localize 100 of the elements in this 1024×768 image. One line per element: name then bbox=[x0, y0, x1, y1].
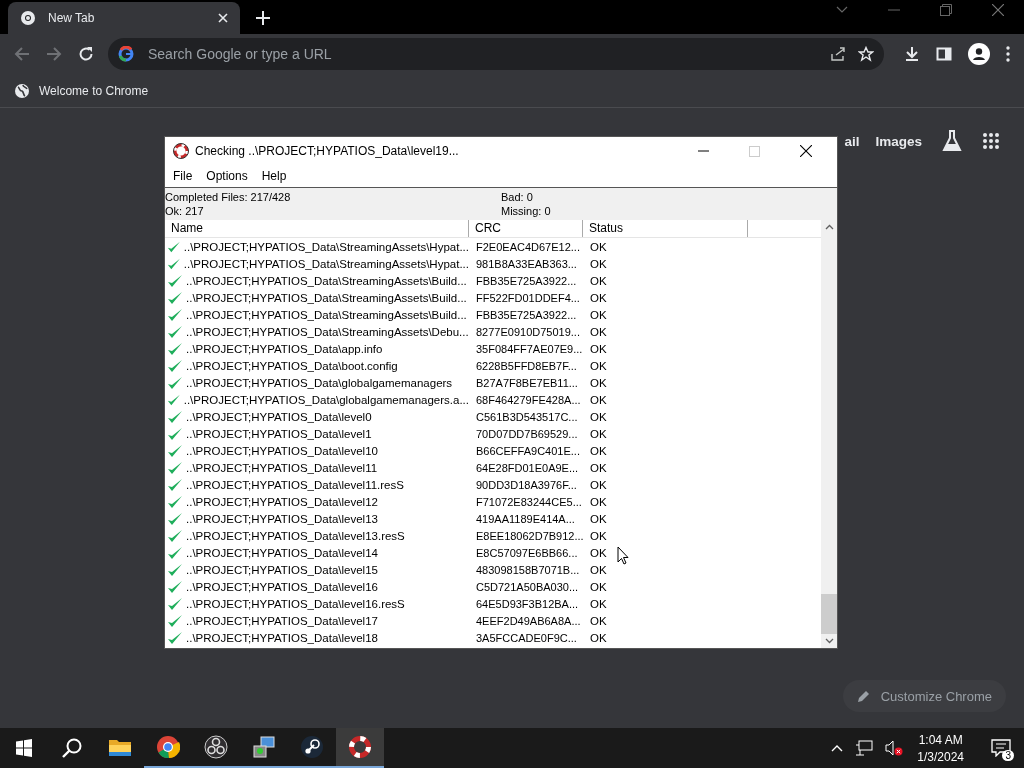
table-cell-text: 90DD3D18A3976F... bbox=[475, 478, 578, 491]
globe-icon bbox=[14, 82, 30, 99]
flask-icon[interactable] bbox=[942, 130, 962, 152]
table-cell: ..\PROJECT;HYPATIOS_Data\level11.resS bbox=[186, 478, 404, 491]
bookmark-item[interactable]: Welcome to Chrome bbox=[14, 82, 149, 99]
table-cell: ..\PROJECT;HYPATIOS_Data\level14 bbox=[186, 546, 378, 559]
table-cell: ..\PROJECT;HYPATIOS_Data\level1 bbox=[186, 427, 372, 440]
column-header[interactable]: CRC bbox=[469, 220, 583, 237]
table-cell-text: 981B8A33EAB363... bbox=[475, 257, 578, 270]
column-header[interactable]: Name bbox=[165, 220, 469, 237]
table-cell-text: OK bbox=[589, 495, 607, 508]
mouse-cursor-icon bbox=[617, 546, 629, 565]
checkmark-icon bbox=[167, 562, 183, 577]
date-text: 1/3/2024 bbox=[917, 749, 964, 764]
profile-avatar-icon[interactable] bbox=[968, 43, 990, 65]
computer-installer-icon bbox=[252, 735, 276, 759]
table-cell: ..\PROJECT;HYPATIOS_Data\level0 bbox=[186, 410, 372, 423]
table-cell-text: 64E28FD01E0A9E... bbox=[475, 461, 580, 474]
restore-icon[interactable] bbox=[940, 4, 952, 16]
table-cell: ..\PROJECT;HYPATIOS_Data\level16 bbox=[186, 580, 378, 593]
table-cell-text: OK bbox=[589, 614, 607, 627]
notification-count-badge: 3 bbox=[1002, 750, 1014, 761]
tab-search-icon[interactable] bbox=[836, 6, 848, 14]
table-cell-text: OK bbox=[589, 325, 607, 338]
table-cell: ..\PROJECT;HYPATIOS_Data\StreamingAssets\Build... bbox=[186, 308, 467, 321]
apps-grid-icon[interactable] bbox=[982, 132, 1000, 150]
menu-item[interactable]: Help bbox=[261, 169, 287, 183]
menu-item[interactable]: File bbox=[173, 169, 193, 183]
checkmark-icon bbox=[167, 477, 183, 492]
table-cell-text: FBB35E725A3922... bbox=[475, 274, 578, 287]
checkmark-icon bbox=[167, 341, 183, 356]
checkmark-icon bbox=[167, 443, 183, 458]
browser-tab[interactable]: New Tab bbox=[8, 2, 240, 34]
forward-arrow-icon[interactable] bbox=[46, 46, 62, 62]
checkmark-icon bbox=[167, 511, 183, 526]
table-cell-text: 483098158B7071B... bbox=[475, 563, 581, 576]
table-cell-text: 35F084FF7AE07E9... bbox=[475, 342, 583, 355]
window-title: Checking ..\PROJECT;HYPATIOS_Data\level19... bbox=[195, 144, 459, 158]
lifebuoy-icon bbox=[173, 143, 189, 159]
download-icon[interactable] bbox=[904, 46, 920, 62]
obs-logo-icon bbox=[204, 735, 228, 759]
pencil-icon bbox=[856, 689, 871, 703]
table-cell-text: B27A7F8BE7EB11... bbox=[475, 376, 579, 389]
table-cell-text: OK bbox=[589, 376, 607, 389]
side-panel-icon[interactable] bbox=[936, 46, 952, 62]
taskbar-app[interactable] bbox=[336, 728, 384, 768]
chevron-up-icon[interactable] bbox=[831, 744, 844, 752]
header-link[interactable]: ail bbox=[844, 133, 860, 149]
table-cell-text: OK bbox=[589, 512, 607, 525]
back-arrow-icon[interactable] bbox=[14, 46, 30, 62]
bad-count-text: Bad: 0 bbox=[501, 191, 534, 203]
table-cell-text: E8C57097E6BB66... bbox=[475, 546, 579, 559]
table-cell-text: F2E0EAC4D67E12... bbox=[475, 240, 581, 253]
table-cell-text: F71072E83244CE5... bbox=[475, 495, 583, 508]
address-bar[interactable]: Search Google or type a URL bbox=[108, 38, 884, 70]
column-header[interactable]: Status bbox=[583, 220, 748, 237]
table-cell-text: OK bbox=[589, 580, 607, 593]
table-cell-text: OK bbox=[589, 308, 607, 321]
table-cell-text: FBB35E725A3922... bbox=[475, 308, 578, 321]
table-cell: ..\PROJECT;HYPATIOS_Data\StreamingAssets\Hypat... bbox=[183, 240, 469, 253]
table-cell: ..\PROJECT;HYPATIOS_Data\StreamingAssets\Debu... bbox=[186, 325, 469, 338]
completed-files-text: Completed Files: 217/428 bbox=[165, 191, 292, 203]
clock[interactable]: 1:04 AM 1/3/2024 bbox=[917, 732, 964, 764]
table-cell-text: OK bbox=[589, 631, 607, 644]
close-icon[interactable] bbox=[800, 145, 812, 157]
menu-item[interactable]: Options bbox=[206, 169, 248, 183]
close-tab-icon[interactable] bbox=[218, 13, 228, 23]
checkmark-icon bbox=[167, 528, 183, 543]
chrome-logo-icon bbox=[20, 10, 36, 26]
speaker-muted-icon[interactable] bbox=[885, 740, 904, 756]
table-cell: ..\PROJECT;HYPATIOS_Data\globalgamemanagers bbox=[186, 376, 453, 389]
table-cell-text: OK bbox=[589, 342, 607, 355]
reload-icon[interactable] bbox=[78, 46, 94, 62]
scroll-thumb[interactable] bbox=[821, 594, 837, 634]
header-link[interactable]: Images bbox=[875, 133, 922, 149]
table-cell-text: 8277E0910D75019... bbox=[475, 325, 581, 338]
share-icon[interactable] bbox=[830, 46, 846, 62]
bookmark-star-icon[interactable] bbox=[858, 46, 874, 62]
table-cell-text: 68F464279FE428A... bbox=[475, 393, 582, 406]
table-cell: ..\PROJECT;HYPATIOS_Data\StreamingAssets\Build... bbox=[186, 291, 467, 304]
scrollbar[interactable] bbox=[821, 220, 837, 648]
customize-chrome-button[interactable]: Customize Chrome bbox=[842, 680, 1006, 712]
table-cell: ..\PROJECT;HYPATIOS_Data\globalgamemanagers.a... bbox=[183, 393, 469, 406]
ok-count-text: Ok: 217 bbox=[165, 205, 205, 217]
table-cell-text: OK bbox=[589, 257, 607, 270]
table-cell-text: OK bbox=[589, 393, 607, 406]
table-cell-text: OK bbox=[589, 478, 607, 491]
network-icon[interactable] bbox=[855, 740, 874, 756]
checkmark-icon bbox=[167, 545, 183, 560]
table-cell-text: E8EE18062D7B912... bbox=[475, 529, 583, 542]
scroll-up-icon[interactable] bbox=[824, 224, 834, 230]
table-cell-text: OK bbox=[589, 461, 607, 474]
menu-icon[interactable] bbox=[1006, 46, 1010, 62]
new-tab-icon[interactable] bbox=[256, 11, 270, 25]
table-cell-text: 4EEF2D49AB6A8A... bbox=[475, 614, 582, 627]
table-cell-text: OK bbox=[589, 529, 607, 542]
notification-center-button[interactable]: 3 bbox=[978, 728, 1024, 768]
checkmark-icon bbox=[167, 273, 183, 288]
table-cell: ..\PROJECT;HYPATIOS_Data\level18 bbox=[186, 631, 378, 644]
scroll-down-icon[interactable] bbox=[824, 638, 834, 644]
